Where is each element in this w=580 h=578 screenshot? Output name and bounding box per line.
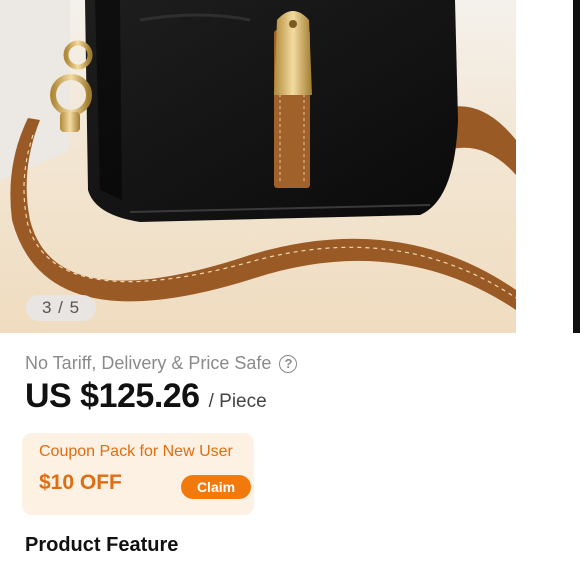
shipping-notice: No Tariff, Delivery & Price Safe ?	[25, 353, 298, 374]
product-image	[0, 0, 516, 333]
claim-button[interactable]: Claim	[181, 475, 251, 499]
question-circle-icon[interactable]: ?	[279, 354, 298, 373]
price-unit: / Piece	[208, 391, 267, 412]
image-counter: 3 / 5	[26, 295, 96, 321]
next-image-preview[interactable]	[573, 0, 580, 333]
price-row: US $125.26 / Piece	[25, 377, 267, 416]
product-image-gallery[interactable]: 3 / 5	[0, 0, 516, 333]
coupon-card[interactable]: Coupon Pack for New User $10 OFF Claim	[22, 433, 254, 515]
product-feature-heading: Product Feature	[25, 534, 179, 556]
notice-text: No Tariff, Delivery & Price Safe	[25, 353, 272, 373]
product-price: US $125.26	[25, 377, 200, 415]
coupon-title: Coupon Pack for New User	[39, 443, 233, 460]
coupon-amount: $10 OFF	[39, 471, 122, 494]
